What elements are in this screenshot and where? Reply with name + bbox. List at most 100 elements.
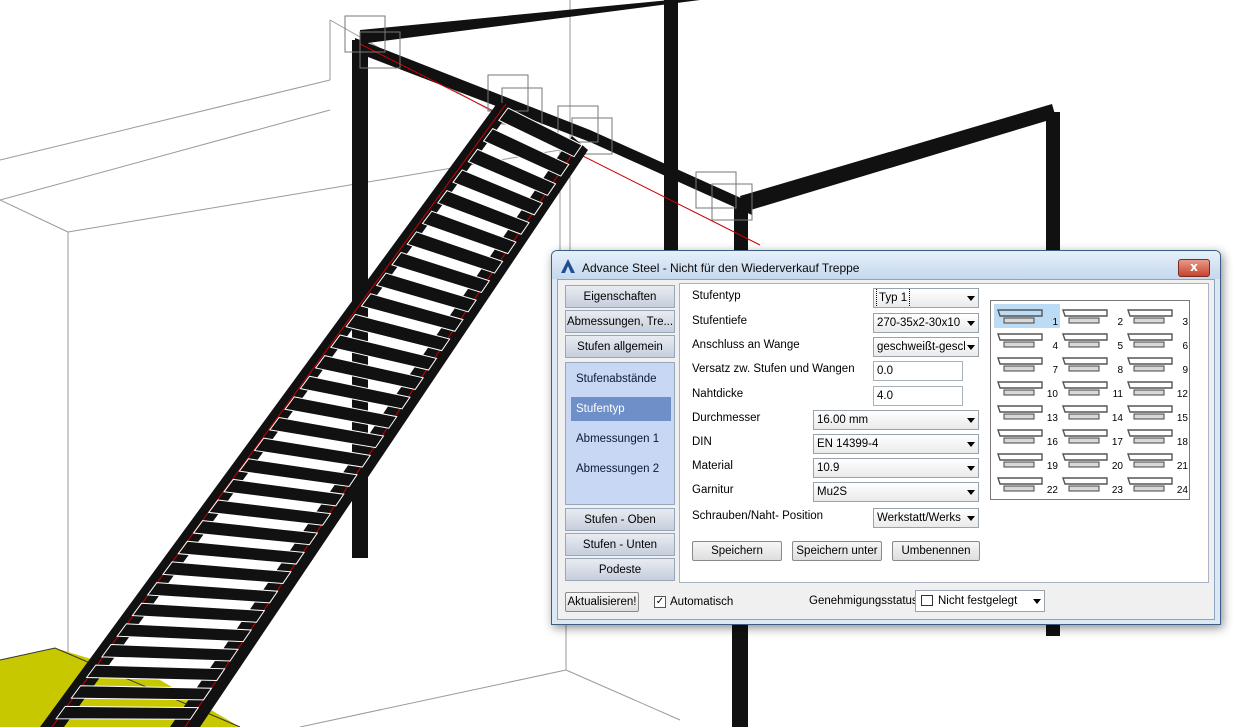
speichern-unter-button[interactable]: Speichern unter [792,541,882,561]
nav-stufen-unten[interactable]: Stufen - Unten [565,533,675,556]
step-type-number: 22 [1046,485,1058,496]
chevron-down-icon [967,516,975,521]
step-profile-icon [997,381,1043,396]
step-type-3[interactable]: 3 [1124,304,1190,328]
step-type-number: 20 [1111,461,1123,472]
stufentyp-label: Stufentyp [692,290,741,302]
step-profile-icon [1127,405,1173,420]
stair-tread [131,602,266,623]
nav-podeste[interactable]: Podeste [565,558,675,581]
anschluss-select[interactable]: geschweißt-gesch [873,337,979,357]
nav-subpanel: Stufenabstände Stufentyp Abmessungen 1 A… [565,362,675,505]
step-type-14[interactable]: 14 [1059,400,1125,424]
nahtdicke-input[interactable]: 4.0 [873,386,963,406]
step-profile-icon [997,333,1043,348]
chevron-down-icon [967,321,975,326]
step-type-gallery: 1 2 3 4 5 6 7 8 9 10 11 12 13 14 15 16 17 18 19 20 21 22 23 24 [990,300,1190,500]
nav-abmessungen[interactable]: Abmessungen, Tre... [565,310,675,333]
schrauben-select[interactable]: Werkstatt/Werks [873,508,979,528]
step-type-15[interactable]: 15 [1124,400,1190,424]
material-select[interactable]: 10.9 [813,458,979,478]
step-type-number: 11 [1112,389,1123,400]
genehmigungsstatus-value: Nicht festgelegt [938,595,1018,607]
step-type-number: 10 [1046,389,1058,400]
step-type-21[interactable]: 21 [1124,448,1190,472]
bottom-bar: Aktualisieren! ✓ Automatisch Genehmigung… [558,585,1214,619]
step-type-5[interactable]: 5 [1059,328,1125,352]
nahtdicke-label: Nahtdicke [692,388,744,400]
step-type-1[interactable]: 1 [994,304,1060,328]
stufentyp-select[interactable]: Typ 1 [873,288,979,308]
step-type-10[interactable]: 10 [994,376,1060,400]
step-type-2[interactable]: 2 [1059,304,1125,328]
garnitur-select[interactable]: Mu2S [813,482,979,502]
step-type-20[interactable]: 20 [1059,448,1125,472]
step-type-9[interactable]: 9 [1124,352,1190,376]
step-type-number: 12 [1176,389,1188,400]
step-type-number: 9 [1182,365,1188,376]
step-type-19[interactable]: 19 [994,448,1060,472]
step-profile-icon [1062,381,1108,396]
chevron-down-icon [1033,599,1041,604]
step-type-13[interactable]: 13 [994,400,1060,424]
aktualisieren-button[interactable]: Aktualisieren! [565,592,639,612]
step-profile-icon [1062,477,1108,492]
speichern-button[interactable]: Speichern [692,541,782,561]
stufentiefe-select[interactable]: 270-35x2-30x10 [873,313,979,333]
durchmesser-select[interactable]: 16.00 mm [813,410,979,430]
step-profile-icon [1127,429,1173,444]
stufentiefe-value: 270-35x2-30x10 [877,317,961,329]
step-type-6[interactable]: 6 [1124,328,1190,352]
step-type-number: 13 [1046,413,1058,424]
step-type-22[interactable]: 22 [994,472,1060,496]
step-profile-icon [1062,405,1108,420]
automatisch-checkbox[interactable]: ✓ [654,596,666,608]
step-type-23[interactable]: 23 [1059,472,1125,496]
nav-stufenabstaende[interactable]: Stufenabstände [571,367,671,391]
umbenennen-button[interactable]: Umbenennen [892,541,980,561]
close-button[interactable]: x [1178,259,1210,277]
versatz-label: Versatz zw. Stufen und Wangen [692,363,855,375]
durchmesser-value: 16.00 mm [817,414,869,426]
step-type-number: 23 [1111,485,1123,496]
nav-abmessungen-1[interactable]: Abmessungen 1 [571,427,671,451]
nav-stufen-allgemein[interactable]: Stufen allgemein [565,335,675,358]
step-profile-icon [1127,333,1173,348]
step-type-number: 3 [1182,317,1188,328]
step-profile-icon [997,309,1043,324]
step-profile-icon [997,453,1043,468]
step-profile-icon [997,357,1043,372]
material-value: 10.9 [817,462,840,474]
chevron-down-icon [967,345,975,350]
stair-tread [116,623,253,643]
nav-stufentyp[interactable]: Stufentyp [571,397,671,421]
din-select[interactable]: EN 14399-4 [813,434,979,454]
stufentiefe-label: Stufentiefe [692,315,747,327]
step-type-11[interactable]: 11 [1059,376,1125,400]
step-type-number: 5 [1117,341,1123,352]
versatz-input[interactable]: 0.0 [873,361,963,381]
step-type-number: 19 [1046,461,1058,472]
nav-eigenschaften[interactable]: Eigenschaften [565,285,675,308]
stair-tread [85,664,226,681]
genehmigungsstatus-select[interactable]: Nicht festgelegt [915,590,1045,612]
step-profile-icon [1127,309,1173,324]
nav-abmessungen-2[interactable]: Abmessungen 2 [571,457,671,481]
chevron-down-icon [967,442,975,447]
step-type-8[interactable]: 8 [1059,352,1125,376]
step-profile-icon [997,429,1043,444]
durchmesser-label: Durchmesser [692,412,761,424]
step-type-24[interactable]: 24 [1124,472,1190,496]
step-type-16[interactable]: 16 [994,424,1060,448]
chevron-down-icon [967,296,975,301]
step-type-17[interactable]: 17 [1059,424,1125,448]
nav-stufen-oben[interactable]: Stufen - Oben [565,508,675,531]
step-type-12[interactable]: 12 [1124,376,1190,400]
dialog-titlebar[interactable]: Advance Steel - Nicht für den Wiederverk… [552,251,1220,279]
step-type-number: 15 [1176,413,1188,424]
step-type-number: 4 [1052,341,1058,352]
stair-tread [100,643,239,662]
step-type-4[interactable]: 4 [994,328,1060,352]
step-type-18[interactable]: 18 [1124,424,1190,448]
step-type-7[interactable]: 7 [994,352,1060,376]
